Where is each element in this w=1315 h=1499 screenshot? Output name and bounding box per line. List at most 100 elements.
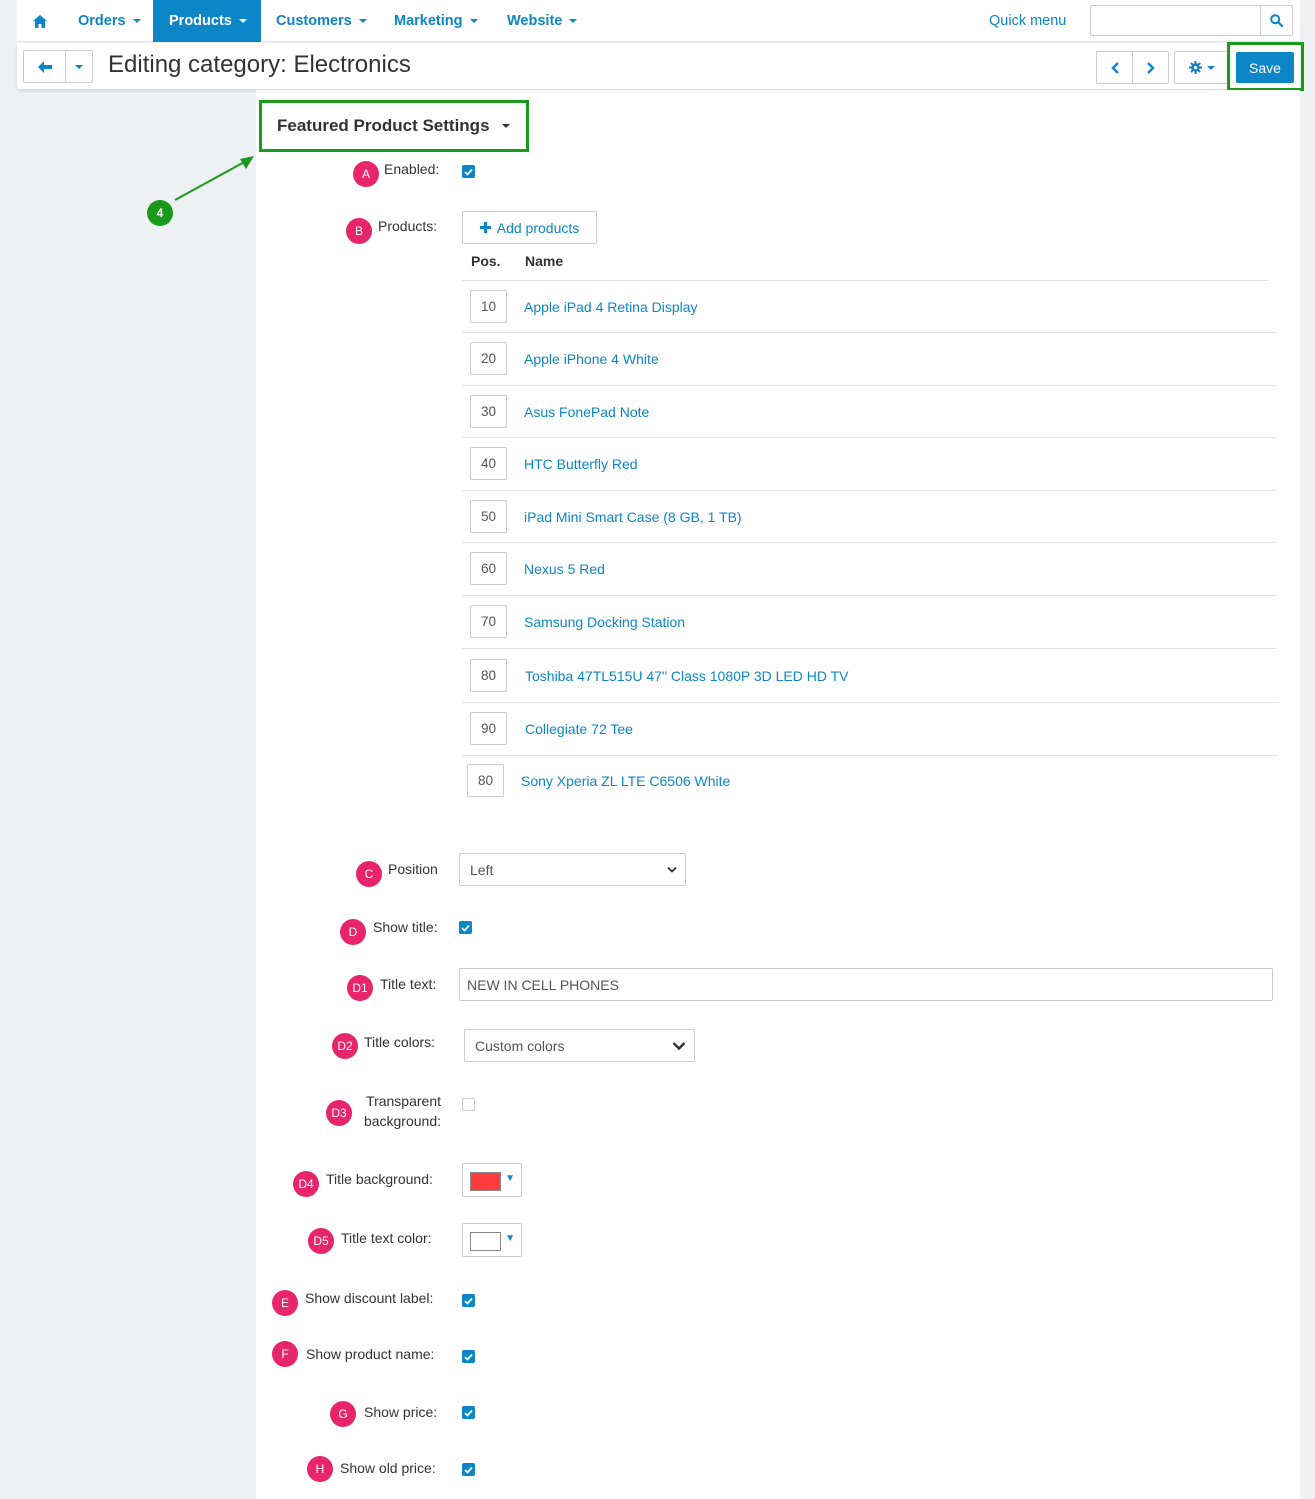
product-link[interactable]: HTC Butterfly Red bbox=[524, 456, 638, 472]
position-input[interactable]: 50 bbox=[470, 500, 507, 533]
position-input[interactable]: 20 bbox=[470, 342, 507, 375]
page-title: Editing category: Electronics bbox=[108, 51, 411, 78]
checkmark-icon bbox=[464, 1353, 473, 1361]
chevron-down-icon bbox=[667, 866, 677, 873]
section-title: Featured Product Settings bbox=[277, 116, 490, 135]
back-dropdown-button[interactable] bbox=[65, 50, 93, 83]
top-navigation: Orders Products Customers Marketing Webs… bbox=[17, 0, 1300, 42]
transparent-bg-checkbox[interactable] bbox=[462, 1098, 475, 1111]
save-highlight-frame bbox=[1227, 42, 1304, 91]
product-link[interactable]: Apple iPhone 4 White bbox=[524, 351, 659, 367]
show-price-label: Show price: bbox=[364, 1404, 438, 1420]
product-link[interactable]: Samsung Docking Station bbox=[524, 614, 685, 630]
title-text-label: Title text: bbox=[380, 976, 437, 992]
badge-e: E bbox=[272, 1290, 298, 1316]
show-title-checkbox[interactable] bbox=[459, 921, 472, 934]
position-input[interactable]: 60 bbox=[470, 552, 507, 585]
row-divider bbox=[462, 648, 1276, 649]
title-bg-color-picker[interactable]: ▼ bbox=[462, 1163, 522, 1197]
chevron-left-icon bbox=[1110, 61, 1119, 74]
position-input[interactable]: 40 bbox=[470, 447, 507, 480]
annotation-arrow bbox=[174, 156, 254, 201]
chevron-down-icon bbox=[569, 19, 578, 23]
show-title-label: Show title: bbox=[373, 919, 438, 935]
chevron-right-icon bbox=[1146, 61, 1155, 74]
title-text-color-picker[interactable]: ▼ bbox=[462, 1223, 522, 1257]
badge-d2: D2 bbox=[332, 1033, 358, 1059]
back-button[interactable] bbox=[23, 50, 66, 83]
product-link[interactable]: iPad Mini Smart Case (8 GB, 1 TB) bbox=[524, 509, 742, 525]
badge-f: F bbox=[272, 1341, 298, 1367]
enabled-checkbox[interactable] bbox=[462, 165, 475, 178]
badge-g: G bbox=[330, 1401, 356, 1427]
column-header-name: Name bbox=[525, 253, 564, 269]
nav-orders[interactable]: Orders bbox=[62, 0, 157, 42]
badge-h: H bbox=[307, 1456, 333, 1482]
chevron-down-icon bbox=[132, 19, 141, 23]
show-name-checkbox[interactable] bbox=[462, 1350, 475, 1363]
search-input[interactable] bbox=[1090, 5, 1260, 36]
chevron-down-icon bbox=[501, 124, 510, 128]
arrow-left-icon bbox=[37, 60, 52, 73]
position-input[interactable]: 90 bbox=[470, 712, 507, 745]
row-divider bbox=[462, 702, 1278, 703]
position-label: Position bbox=[388, 861, 438, 877]
add-products-button[interactable]: Add products bbox=[462, 211, 597, 244]
quick-menu-link[interactable]: Quick menu bbox=[989, 0, 1066, 42]
title-colors-select[interactable]: Custom colors bbox=[464, 1029, 695, 1062]
dropdown-triangle-icon: ▼ bbox=[505, 1233, 515, 1244]
settings-button[interactable] bbox=[1174, 51, 1229, 84]
next-button[interactable] bbox=[1132, 51, 1169, 84]
product-link[interactable]: Asus FonePad Note bbox=[524, 404, 649, 420]
title-colors-select-value: Custom colors bbox=[475, 1037, 565, 1054]
show-discount-checkbox[interactable] bbox=[462, 1294, 475, 1307]
row-divider bbox=[462, 542, 1276, 543]
search-button[interactable] bbox=[1260, 5, 1293, 36]
position-input[interactable]: 80 bbox=[467, 764, 504, 797]
title-text-color-label: Title text color: bbox=[341, 1230, 432, 1246]
table-header-divider bbox=[462, 280, 1268, 281]
nav-products-label: Products bbox=[169, 13, 232, 29]
position-input[interactable]: 80 bbox=[470, 659, 507, 692]
products-label: Products: bbox=[378, 218, 438, 234]
product-link[interactable]: Apple iPad 4 Retina Display bbox=[524, 299, 698, 315]
product-link[interactable]: Toshiba 47TL515U 47" Class 1080P 3D LED … bbox=[525, 668, 849, 684]
position-select[interactable]: Left bbox=[459, 853, 686, 886]
dropdown-triangle-icon: ▼ bbox=[505, 1173, 515, 1184]
row-divider bbox=[462, 595, 1276, 596]
enabled-label: Enabled: bbox=[384, 161, 440, 177]
color-swatch bbox=[470, 1172, 501, 1191]
title-text-input[interactable] bbox=[459, 968, 1273, 1001]
chevron-down-icon bbox=[238, 19, 247, 23]
product-link[interactable]: Collegiate 72 Tee bbox=[525, 721, 633, 737]
product-link[interactable]: Sony Xperia ZL LTE C6506 White bbox=[521, 773, 730, 789]
show-old-price-checkbox[interactable] bbox=[462, 1463, 475, 1476]
color-swatch bbox=[470, 1232, 501, 1251]
position-input[interactable]: 70 bbox=[470, 605, 507, 638]
row-divider bbox=[462, 385, 1276, 386]
position-select-value: Left bbox=[470, 861, 494, 878]
show-price-checkbox[interactable] bbox=[462, 1406, 475, 1419]
position-input[interactable]: 10 bbox=[470, 290, 507, 323]
add-products-label: Add products bbox=[496, 219, 580, 236]
nav-website[interactable]: Website bbox=[491, 0, 593, 42]
home-icon[interactable] bbox=[17, 0, 63, 42]
badge-c: C bbox=[356, 861, 382, 887]
nav-customers[interactable]: Customers bbox=[260, 0, 383, 42]
badge-d5: D5 bbox=[308, 1228, 334, 1254]
plus-icon bbox=[479, 222, 491, 233]
checkmark-icon bbox=[464, 168, 473, 176]
nav-website-label: Website bbox=[507, 13, 563, 29]
nav-orders-label: Orders bbox=[78, 13, 126, 29]
prev-button[interactable] bbox=[1096, 51, 1133, 84]
checkmark-icon bbox=[464, 1409, 473, 1417]
nav-customers-label: Customers bbox=[276, 13, 352, 29]
product-link[interactable]: Nexus 5 Red bbox=[524, 561, 605, 577]
section-toggle[interactable]: Featured Product Settings bbox=[259, 100, 529, 152]
chevron-down-icon bbox=[358, 19, 367, 23]
badge-d: D bbox=[340, 919, 366, 945]
position-input[interactable]: 30 bbox=[470, 395, 507, 428]
nav-marketing[interactable]: Marketing bbox=[378, 0, 494, 42]
nav-products[interactable]: Products bbox=[153, 0, 261, 42]
row-divider bbox=[462, 755, 1278, 756]
